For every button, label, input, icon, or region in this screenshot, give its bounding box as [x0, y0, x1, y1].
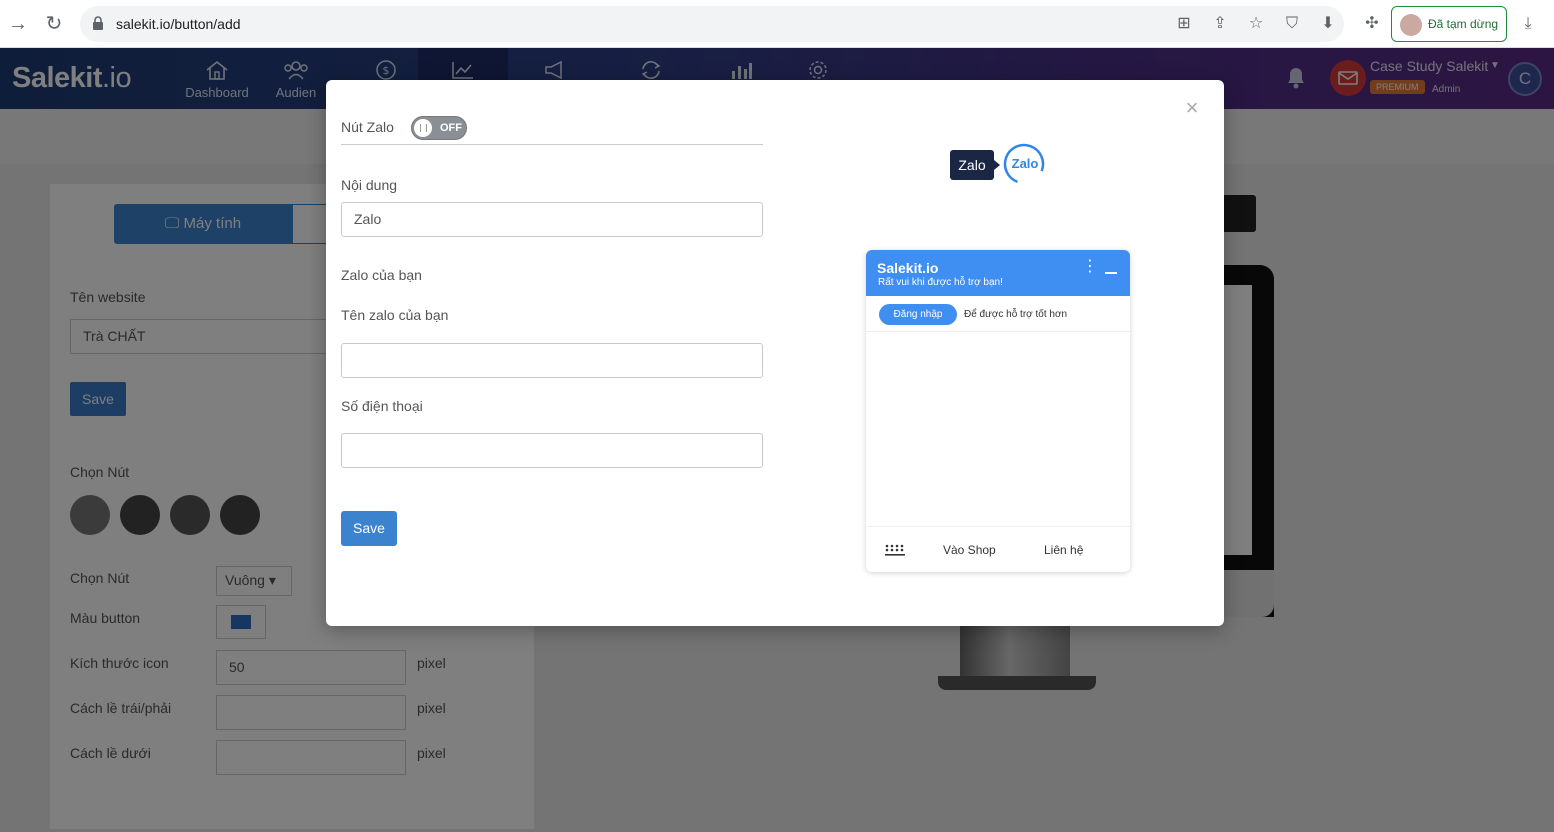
profile-button[interactable]: Đã tạm dừng [1391, 6, 1507, 42]
toggle-knob [414, 119, 432, 137]
chat-header: Salekit.io Rất vui khi được hỗ trợ bạn! … [866, 250, 1130, 296]
lock-icon [93, 16, 103, 30]
minimize-icon[interactable] [1105, 272, 1117, 274]
zalo-name-input[interactable] [341, 343, 763, 378]
close-icon[interactable]: × [1182, 97, 1202, 119]
svg-text:Zalo: Zalo [1012, 156, 1039, 171]
section-zalo-label: Zalo của bạn [341, 267, 422, 283]
star-icon[interactable]: ☆ [1246, 14, 1266, 34]
share-icon[interactable]: ⇪ [1210, 14, 1230, 34]
profile-avatar [1400, 14, 1422, 36]
chat-footer: Vào Shop Liên hệ [866, 526, 1130, 572]
extensions-icon[interactable]: ✣ [1362, 14, 1382, 34]
chat-widget-preview: Salekit.io Rất vui khi được hỗ trợ bạn! … [866, 250, 1130, 572]
content-input[interactable]: Zalo [341, 202, 763, 237]
phone-input[interactable] [341, 433, 763, 468]
profile-status: Đã tạm dừng [1428, 17, 1499, 31]
contact-link[interactable]: Liên hệ [1044, 543, 1083, 557]
download-arrow-icon[interactable]: ⬇ [1318, 14, 1338, 34]
save-button[interactable]: Save [341, 511, 397, 546]
toggle-state: OFF [440, 122, 462, 134]
zalo-preview-pill: Zalo [950, 150, 994, 180]
browser-toolbar: → ↻ salekit.io/button/add ⊞ ⇪ ☆ ⛉ ⬇ ✣ Đã… [0, 0, 1554, 48]
shop-link[interactable]: Vào Shop [943, 543, 996, 557]
reload-icon[interactable]: ↻ [40, 10, 68, 38]
forward-icon[interactable]: → [4, 10, 32, 38]
zalo-logo-icon[interactable]: Zalo [1002, 142, 1046, 186]
chat-subtitle: Rất vui khi được hỗ trợ bạn! [878, 277, 1003, 288]
more-vertical-icon[interactable]: ⋮ [1082, 259, 1098, 282]
login-button[interactable]: Đăng nhập [879, 304, 957, 325]
shield-icon[interactable]: ⛉ [1282, 14, 1302, 34]
divider [341, 144, 763, 145]
zalo-pill-arrow [994, 160, 1000, 170]
url-text: salekit.io/button/add [116, 16, 241, 32]
chat-title: Salekit.io [877, 260, 939, 276]
zalo-name-label: Tên zalo của bạn [341, 307, 449, 323]
login-row: Đăng nhập Để được hỗ trợ tốt hơn [866, 296, 1130, 332]
translate-icon[interactable]: ⊞ [1174, 14, 1194, 34]
content-label: Nội dung [341, 177, 398, 193]
keypad-icon[interactable] [884, 543, 906, 557]
zalo-button-modal: × Nút Zalo OFF Nội dung Zalo Zalo của bạ… [326, 80, 1224, 626]
zalo-toggle-label: Nút Zalo [341, 119, 394, 135]
login-note: Để được hỗ trợ tốt hơn [964, 309, 1068, 320]
downloads-icon[interactable]: ⤓ [1518, 14, 1538, 34]
zalo-toggle[interactable]: OFF [411, 116, 467, 140]
address-bar[interactable]: salekit.io/button/add [80, 6, 1344, 42]
phone-label: Số điện thoại [341, 398, 423, 414]
